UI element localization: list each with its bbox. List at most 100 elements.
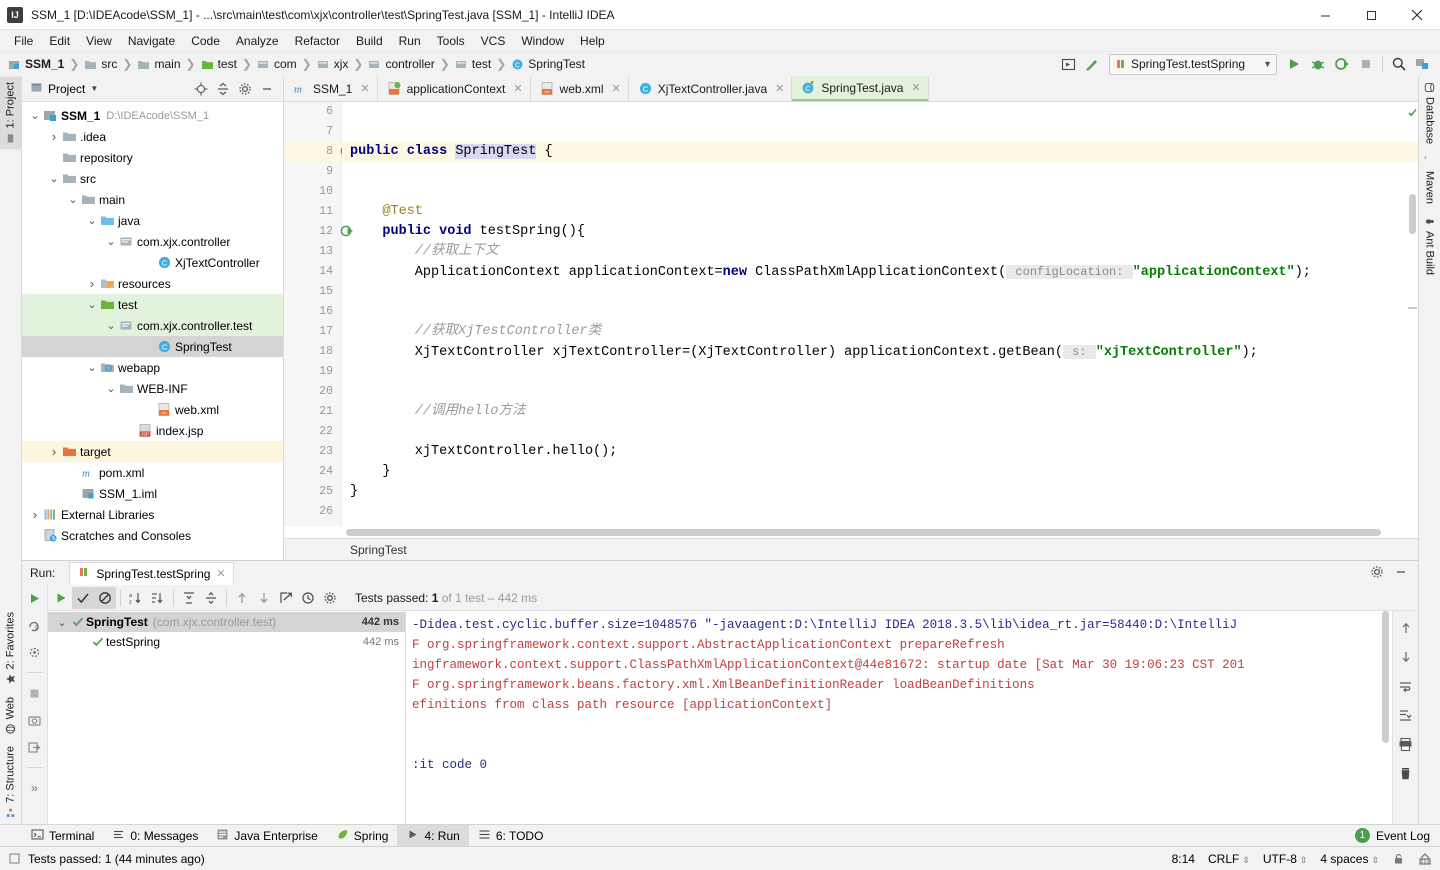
hide-icon[interactable]: [1394, 565, 1408, 582]
rerun-failed-tests-button[interactable]: 9: [26, 616, 44, 634]
code-line[interactable]: @Test: [342, 202, 1418, 222]
tree-node[interactable]: ⌄ SSM_1 D:\IDEAcode\SSM_1: [22, 105, 283, 126]
expand-all-button[interactable]: [178, 587, 200, 609]
sidebar-item-database[interactable]: Database: [1419, 76, 1440, 150]
test-results-tree[interactable]: ⌄ SpringTest (com.xjx.controller.test) 442 …: [48, 611, 406, 824]
code-line[interactable]: [342, 382, 1418, 402]
breadcrumb-item-class[interactable]: C SpringTest: [511, 57, 585, 71]
breadcrumb-item-test-pkg[interactable]: test: [455, 57, 491, 71]
clear-all-button[interactable]: [1397, 764, 1415, 782]
chevron-down-icon[interactable]: ⌄: [28, 110, 42, 121]
code-content[interactable]: public class SpringTest { @Test public v…: [342, 102, 1418, 526]
bottom-item-run[interactable]: 4: Run: [397, 824, 469, 847]
menu-tools[interactable]: Tools: [429, 32, 473, 50]
code-line[interactable]: [342, 282, 1418, 302]
code-line[interactable]: public void testSpring(){: [342, 222, 1418, 242]
code-line[interactable]: [342, 362, 1418, 382]
previous-failed-test-button[interactable]: [231, 587, 253, 609]
tree-node[interactable]: repository: [22, 147, 283, 168]
code-line[interactable]: XjTextController xjTextController=(XjTex…: [342, 342, 1418, 362]
sidebar-item-maven[interactable]: m Maven: [1419, 150, 1440, 210]
test-settings-button[interactable]: [319, 587, 341, 609]
menu-build[interactable]: Build: [348, 32, 391, 50]
code-line[interactable]: //获取XjTestController类: [342, 322, 1418, 342]
tree-node[interactable]: › .idea: [22, 126, 283, 147]
tree-node[interactable]: m pom.xml: [22, 462, 283, 483]
tree-node[interactable]: › resources: [22, 273, 283, 294]
close-icon[interactable]: ✕: [360, 82, 369, 95]
editor-breadcrumb[interactable]: SpringTest: [284, 538, 1418, 560]
code-line[interactable]: [342, 182, 1418, 202]
scroll-to-end-button[interactable]: [1397, 706, 1415, 724]
tree-node[interactable]: › target: [22, 441, 283, 462]
encoding-selector[interactable]: UTF-8 ⇳: [1263, 852, 1308, 866]
print-button[interactable]: [1397, 735, 1415, 753]
breadcrumb-item-com[interactable]: com: [257, 57, 297, 71]
menu-file[interactable]: File: [6, 32, 41, 50]
code-editor[interactable]: 6 7 8 9 10 11 12 13 14 15 16 17 18 19 20 21 22 23 24 25 26 p…: [284, 102, 1418, 526]
project-structure-icon[interactable]: [1412, 54, 1434, 74]
code-line[interactable]: [342, 302, 1418, 322]
project-tree[interactable]: ⌄ SSM_1 D:\IDEAcode\SSM_1 › .idea repository ⌄…: [22, 102, 283, 560]
tree-node[interactable]: ⌄ com.xjx.controller.test: [22, 315, 283, 336]
test-tree-row[interactable]: testSpring 442 ms: [48, 632, 405, 652]
dump-threads-button[interactable]: [26, 711, 44, 729]
code-line[interactable]: xjTextController.hello();: [342, 442, 1418, 462]
bottom-item-spring[interactable]: Spring: [327, 825, 398, 847]
ide-health-icon[interactable]: [1418, 852, 1432, 866]
run-tests-button[interactable]: [50, 587, 72, 609]
console-scroll-thumb[interactable]: [1382, 611, 1389, 743]
chevron-down-icon[interactable]: ⌄: [54, 616, 70, 629]
bottom-item-terminal[interactable]: Terminal: [22, 825, 103, 847]
menu-edit[interactable]: Edit: [41, 32, 78, 50]
code-line[interactable]: //调用hello方法: [342, 402, 1418, 422]
breadcrumb-item-main[interactable]: main: [137, 57, 181, 71]
tree-node[interactable]: <> web.xml: [22, 399, 283, 420]
editor-tab[interactable]: <> web.xml ✕: [530, 76, 629, 101]
project-panel-title[interactable]: Project ▼: [30, 81, 98, 97]
tree-node[interactable]: Scratches and Consoles: [22, 525, 283, 546]
sidebar-item-web[interactable]: Web: [0, 691, 21, 740]
menu-navigate[interactable]: Navigate: [120, 32, 183, 50]
editor-tab[interactable]: C SpringTest.java ✕: [792, 76, 929, 101]
sort-by-duration-button[interactable]: [147, 587, 169, 609]
search-everywhere-icon[interactable]: [1388, 54, 1410, 74]
breadcrumb-item-module[interactable]: SSM_1: [8, 57, 64, 71]
gear-icon[interactable]: [1370, 565, 1384, 582]
close-icon[interactable]: ✕: [775, 82, 784, 95]
chevron-right-icon[interactable]: ›: [47, 129, 61, 144]
run-tab[interactable]: SpringTest.testSpring ✕: [69, 561, 234, 585]
stop-button[interactable]: [26, 684, 44, 702]
run-button[interactable]: [1283, 54, 1305, 74]
minimize-button[interactable]: [1302, 0, 1348, 30]
lock-icon[interactable]: [1392, 852, 1405, 865]
menu-help[interactable]: Help: [572, 32, 613, 50]
editor-tab[interactable]: C XjTextController.java ✕: [628, 76, 793, 101]
chevron-down-icon[interactable]: ⌄: [85, 299, 99, 310]
editor-tab[interactable]: applicationContext ✕: [377, 76, 531, 101]
rerun-button[interactable]: [26, 589, 44, 607]
chevron-down-icon[interactable]: ⌄: [104, 236, 118, 247]
tree-node[interactable]: ⌄ src: [22, 168, 283, 189]
run-with-coverage-button[interactable]: [1331, 54, 1353, 74]
close-icon[interactable]: ✕: [513, 82, 522, 95]
menu-code[interactable]: Code: [183, 32, 228, 50]
menu-run[interactable]: Run: [391, 32, 429, 50]
sidebar-item-favorites[interactable]: 2: Favorites: [0, 606, 21, 690]
tree-node[interactable]: C XjTextController: [22, 252, 283, 273]
chevron-right-icon[interactable]: ›: [28, 507, 42, 522]
debug-button[interactable]: [1307, 54, 1329, 74]
code-line[interactable]: [342, 122, 1418, 142]
menu-refactor[interactable]: Refactor: [287, 32, 348, 50]
code-line[interactable]: public class SpringTest {: [342, 142, 1418, 162]
show-ignored-toggle[interactable]: [94, 586, 116, 609]
caret-position[interactable]: 8:14: [1172, 852, 1195, 866]
menu-view[interactable]: View: [78, 32, 120, 50]
soft-wrap-button[interactable]: [1397, 677, 1415, 695]
editor-gutter[interactable]: 6 7 8 9 10 11 12 13 14 15 16 17 18 19 20 21 22 23 24 25 26: [284, 102, 353, 526]
console-output[interactable]: -Didea.test.cyclic.buffer.size=1048576 "…: [406, 611, 1392, 824]
code-line[interactable]: [342, 422, 1418, 442]
chevron-right-icon[interactable]: ›: [47, 444, 61, 459]
chevron-down-icon[interactable]: ⌄: [104, 383, 118, 394]
toggle-auto-test-button[interactable]: [26, 643, 44, 661]
